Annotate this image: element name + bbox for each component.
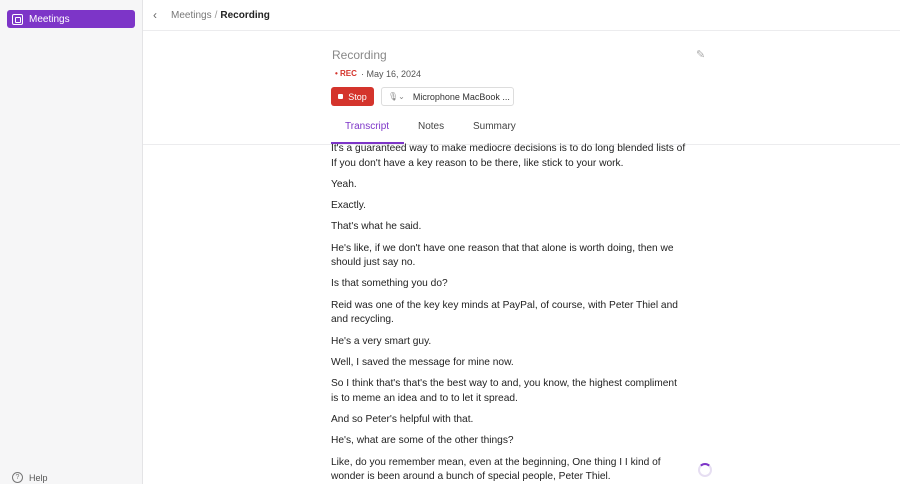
sidebar-item-label: Meetings (29, 13, 70, 25)
help-button[interactable]: ? Help (12, 472, 48, 483)
stop-button[interactable]: Stop (331, 87, 374, 106)
page-title[interactable]: Recording (332, 48, 387, 62)
rec-badge: • REC (335, 69, 357, 78)
microphone-select[interactable]: 🎙︎⌄ Microphone MacBook ... (381, 87, 514, 106)
sidebar: Meetings ? Help (0, 0, 143, 484)
help-icon: ? (12, 472, 23, 483)
loading-spinner-icon (698, 463, 712, 477)
recording-header: Recording ✎ • REC · May 16, 2024 Stop 🎙︎… (143, 31, 900, 145)
back-arrow-icon[interactable]: ‹ (153, 8, 157, 22)
sidebar-item-meetings[interactable]: Meetings (7, 10, 135, 28)
transcript-line: Reid was one of the key key minds at Pay… (331, 299, 678, 326)
microphone-label: Microphone MacBook ... (412, 91, 510, 102)
transcript-line: He's, what are some of the other things? (331, 435, 514, 447)
transcript-line: Yeah. (331, 178, 357, 190)
transcript-line: He's like, if we don't have one reason t… (331, 242, 674, 269)
meetings-icon (12, 13, 23, 25)
breadcrumb-separator: / (214, 10, 218, 21)
transcript-line: Well, I saved the message for mine now. (331, 356, 514, 368)
breadcrumb-current: Recording (220, 10, 270, 21)
tab-transcript[interactable]: Transcript (345, 121, 389, 132)
edit-icon[interactable]: ✎ (696, 48, 705, 61)
tab-notes[interactable]: Notes (418, 121, 444, 132)
transcript-line: So I think that's that's the best way to… (331, 378, 677, 404)
stop-icon (338, 94, 344, 99)
transcript-line: Like, do you remember mean, even at the … (331, 456, 661, 483)
tab-summary[interactable]: Summary (473, 121, 516, 132)
transcript-line: Is that something you do? (331, 278, 448, 290)
breadcrumb-meetings[interactable]: Meetings (171, 10, 212, 21)
transcript-line: Exactly. (331, 200, 366, 212)
transcript-line: That's what he said. (331, 221, 422, 233)
transcript: It's a guaranteed way to make mediocre d… (331, 142, 686, 484)
breadcrumb: Meetings / Recording (171, 10, 270, 21)
microphone-icon: 🎙︎⌄ (388, 92, 405, 101)
stop-label: Stop (348, 91, 367, 102)
transcript-line: He's a very smart guy. (331, 335, 432, 347)
transcript-line: And so Peter's helpful with that. (331, 413, 474, 425)
help-label: Help (29, 472, 48, 483)
transcript-line: It's a guaranteed way to make mediocre d… (331, 143, 686, 169)
recording-date: · May 16, 2024 (361, 69, 422, 79)
top-bar: ‹ Meetings / Recording (143, 0, 900, 31)
